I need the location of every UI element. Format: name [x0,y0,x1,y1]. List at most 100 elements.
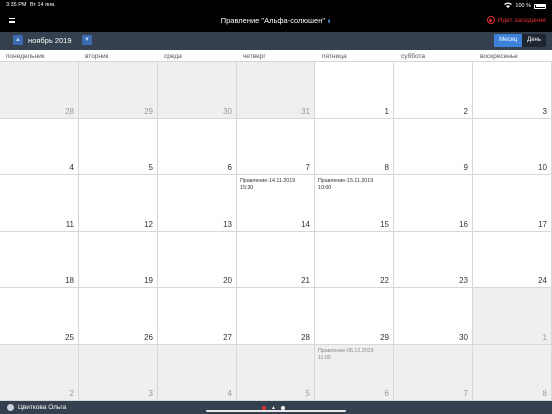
record-icon [486,16,495,24]
day-number: 28 [65,107,74,116]
arrow-up-icon: ▲ [15,37,21,43]
calendar-day-cell[interactable]: 5 [237,345,314,400]
calendar-day-cell[interactable]: 1 [315,62,393,118]
day-number: 21 [301,276,310,285]
day-number: 4 [69,163,74,172]
calendar-day-cell[interactable]: 23 [394,232,472,287]
home-indicator [206,410,346,412]
event-title: Правление-15.11.2019 [318,178,374,184]
calendar-day-cell[interactable]: Правление-14.11.2019 15:30 14 [237,175,314,231]
calendar-event[interactable]: Правление-06.12.2019 11:00 [318,348,374,361]
calendar-day-cell[interactable]: 21 [237,232,314,287]
calendar-day-cell[interactable]: 28 [237,288,314,344]
meeting-status[interactable]: Идет заседание [486,16,546,24]
calendar-day-cell[interactable]: 19 [79,232,157,287]
day-number: 1 [384,107,389,116]
calendar-day-cell[interactable]: 18 [0,232,78,287]
calendar-day-cell[interactable]: 8 [315,119,393,174]
calendar-day-cell[interactable]: 11 [0,175,78,231]
view-month-button[interactable]: Месяц [494,34,523,47]
day-number: 16 [459,220,468,229]
calendar-day-cell[interactable]: 12 [79,175,157,231]
calendar-day-cell[interactable]: 13 [158,175,236,231]
calendar-day-cell[interactable]: 4 [158,345,236,400]
calendar-day-cell[interactable]: 3 [473,62,551,118]
calendar-day-cell[interactable]: 26 [79,288,157,344]
bottom-bar: Цвиткова Ольга ▲ [0,401,552,414]
weekday-label: пятница [322,53,347,60]
calendar-day-cell[interactable]: 6 [158,119,236,174]
calendar-day-cell[interactable]: 7 [237,119,314,174]
day-number: 30 [223,107,232,116]
calendar-day-cell[interactable]: 2 [394,62,472,118]
calendar-day-cell[interactable]: Правление-15.11.2019 10:00 15 [315,175,393,231]
view-day-button[interactable]: День [522,34,546,47]
calendar-day-cell[interactable]: 8 [473,345,551,400]
calendar-day-cell[interactable]: 20 [158,232,236,287]
calendar-day-cell[interactable]: Правление-06.12.2019 11:00 6 [315,345,393,400]
calendar-day-cell[interactable]: 30 [158,62,236,118]
day-number: 3 [148,389,153,398]
battery-percent: 100 % [515,3,531,9]
event-title: Правление-14.11.2019 [240,178,296,184]
day-number: 17 [538,220,547,229]
day-number: 23 [459,276,468,285]
calendar-day-cell[interactable]: 17 [473,175,551,231]
calendar-day-cell[interactable]: 28 [0,62,78,118]
calendar-day-cell[interactable]: 31 [237,62,314,118]
calendar-day-cell[interactable]: 16 [394,175,472,231]
calendar-day-cell[interactable]: 22 [315,232,393,287]
status-bar: 3:35 PM Вт 14 янв. 100 % [0,0,552,10]
day-number: 4 [227,389,232,398]
day-number: 18 [65,276,74,285]
calendar-day-cell[interactable]: 29 [79,62,157,118]
weekday-header: понедельник вторник среда четверг пятниц… [0,50,552,62]
day-number: 19 [144,276,153,285]
calendar-day-cell[interactable]: 4 [0,119,78,174]
day-number: 24 [538,276,547,285]
arrow-down-icon: ▼ [84,37,90,43]
calendar-grid: 28 29 30 31 1 2 3 4 5 6 7 8 9 10 11 12 13 Правление-14.11… [0,62,552,401]
status-indicators: 100 % [504,2,546,10]
event-title: Правление-06.12.2019 [318,348,374,354]
page-title[interactable]: Правление "Альфа-солюшен" ⬍ [0,16,552,25]
chevron-updown-icon: ⬍ [327,19,332,25]
weekday-label: вторник [85,53,109,60]
day-number: 13 [223,220,232,229]
meeting-status-label: Идет заседание [497,16,546,24]
weekday-label: суббота [401,53,426,60]
day-number: 8 [384,163,389,172]
day-number: 15 [380,220,389,229]
event-time: 15:30 [240,184,254,191]
weekday-label: понедельник [6,53,45,60]
calendar-day-cell[interactable]: 1 [473,288,551,344]
day-number: 20 [223,276,232,285]
battery-icon [534,3,546,9]
calendar-day-cell[interactable]: 10 [473,119,551,174]
calendar-event[interactable]: Правление-15.11.2019 10:00 [318,178,373,191]
day-number: 3 [542,107,547,116]
calendar-day-cell[interactable]: 2 [0,345,78,400]
day-number: 22 [380,276,389,285]
calendar-day-cell[interactable]: 24 [473,232,551,287]
calendar-day-cell[interactable]: 3 [79,345,157,400]
page-title-text: Правление "Альфа-солюшен" [220,16,326,25]
day-number: 12 [144,220,153,229]
day-number: 25 [65,333,74,342]
user-avatar-icon[interactable] [7,404,14,411]
calendar-day-cell[interactable]: 25 [0,288,78,344]
calendar-day-cell[interactable]: 5 [79,119,157,174]
calendar-day-cell[interactable]: 29 [315,288,393,344]
calendar-day-cell[interactable]: 9 [394,119,472,174]
calendar-day-cell[interactable]: 7 [394,345,472,400]
day-number: 28 [301,333,310,342]
day-number: 9 [463,163,468,172]
prev-month-button[interactable]: ▲ [13,35,23,45]
user-name[interactable]: Цвиткова Ольга [18,404,66,411]
next-month-button[interactable]: ▼ [82,35,92,45]
calendar-day-cell[interactable]: 30 [394,288,472,344]
calendar-day-cell[interactable]: 27 [158,288,236,344]
day-number: 7 [305,163,310,172]
calendar-event[interactable]: Правление-14.11.2019 15:30 [240,178,295,191]
day-number: 31 [301,107,310,116]
